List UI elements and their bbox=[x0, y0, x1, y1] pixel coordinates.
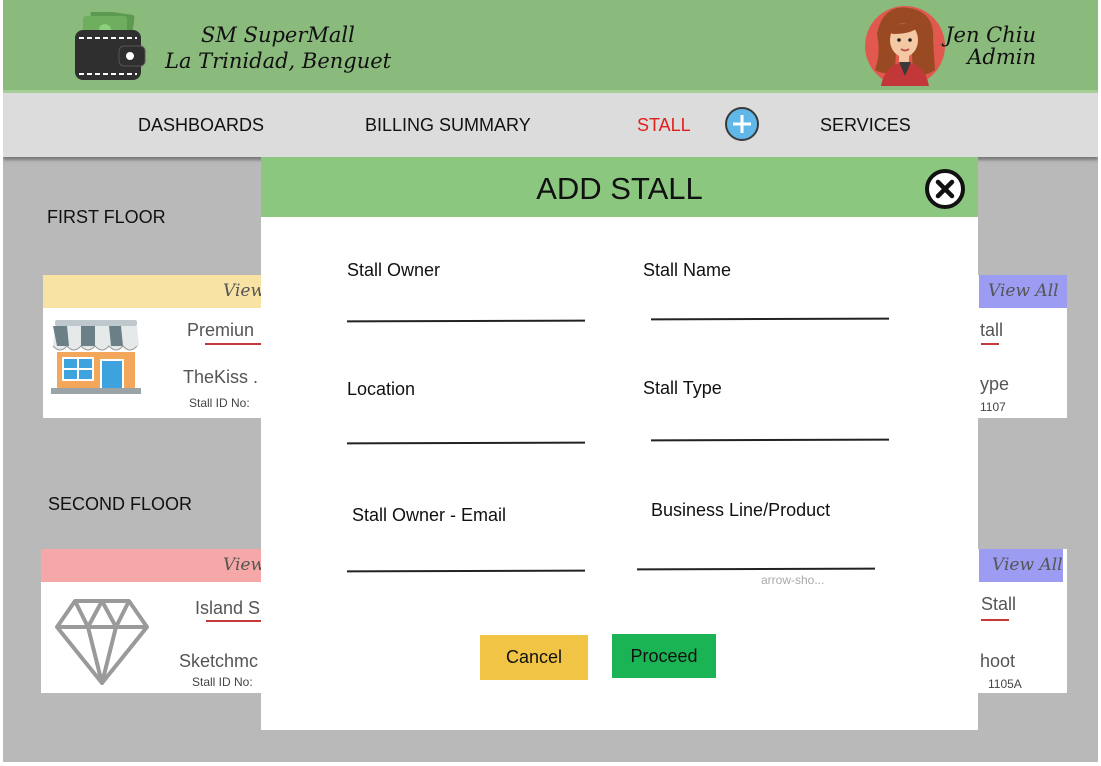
main-nav: DASHBOARDS BILLING SUMMARY STALL SERVICE… bbox=[3, 93, 1098, 157]
card-title: tall bbox=[980, 320, 1004, 340]
user-name: Jen Chiu bbox=[945, 23, 1036, 47]
add-stall-plus-icon[interactable] bbox=[724, 106, 760, 142]
view-all-link[interactable]: View All bbox=[979, 275, 1067, 308]
brand-name: SM SuperMall La Trinidad, Benguet bbox=[165, 22, 391, 74]
stall-owner-label: Stall Owner bbox=[347, 260, 441, 280]
card-stall-id: 1105A bbox=[988, 677, 1022, 691]
business-line-field[interactable] bbox=[636, 567, 876, 571]
stall-type-label: Stall Type bbox=[643, 378, 722, 398]
view-link[interactable]: View bbox=[223, 549, 265, 582]
modal-title: ADD STALL bbox=[536, 171, 703, 206]
stall-type-field[interactable] bbox=[650, 438, 890, 442]
business-line-hint: arrow-sho... bbox=[761, 573, 825, 587]
nav-billing-summary[interactable]: BILLING SUMMARY bbox=[365, 115, 531, 136]
app-header: SM SuperMall La Trinidad, Benguet Jen Ch… bbox=[3, 0, 1098, 93]
brand-line-2: La Trinidad, Benguet bbox=[165, 49, 392, 73]
card-title-underline bbox=[206, 620, 266, 622]
card-header: View bbox=[41, 549, 273, 582]
card-stall-id: Stall ID No: bbox=[192, 675, 253, 689]
user-info: Jen Chiu Admin bbox=[945, 24, 1036, 68]
close-icon[interactable] bbox=[925, 169, 965, 209]
card-stall-type: ype bbox=[980, 374, 1010, 394]
diamond-icon bbox=[55, 599, 149, 685]
card-stall-id: Stall ID No: bbox=[189, 396, 250, 410]
second-floor-label: SECOND FLOOR bbox=[48, 494, 193, 514]
storefront-icon bbox=[51, 320, 141, 394]
card-title: Island S bbox=[195, 598, 261, 618]
business-line-label: Business Line/Product bbox=[651, 500, 831, 520]
app-frame: SM SuperMall La Trinidad, Benguet Jen Ch… bbox=[3, 0, 1098, 762]
location-label: Location bbox=[347, 379, 416, 399]
first-floor-card-left[interactable]: View Premiun TheKiss . Stall ID No: bbox=[43, 275, 273, 418]
card-title: Premiun bbox=[187, 320, 255, 340]
location-field[interactable] bbox=[346, 441, 586, 445]
stall-name-label: Stall Name bbox=[643, 260, 732, 280]
user-role: Admin bbox=[967, 45, 1036, 69]
wallet-icon bbox=[75, 12, 146, 80]
modal-header: ADD STALL bbox=[261, 157, 978, 217]
add-stall-modal: ADD STALL Stall Owner Stall Name Locatio… bbox=[261, 157, 978, 730]
card-stall-name: TheKiss . bbox=[183, 367, 259, 387]
brand-line-1: SM SuperMall bbox=[201, 23, 355, 47]
proceed-button[interactable]: Proceed bbox=[612, 634, 716, 678]
stall-owner-field[interactable] bbox=[346, 319, 586, 323]
card-stall-name: Sketchmc bbox=[179, 651, 259, 671]
card-stall-name: hoot bbox=[980, 651, 1016, 671]
card-stall-id: 1107 bbox=[980, 400, 1006, 414]
card-header: View bbox=[43, 275, 273, 308]
avatar[interactable] bbox=[863, 4, 947, 88]
owner-email-label: Stall Owner - Email bbox=[352, 505, 507, 525]
cancel-button[interactable]: Cancel bbox=[480, 635, 588, 680]
card-title-underline bbox=[981, 343, 999, 345]
view-all-link[interactable]: View All bbox=[979, 549, 1063, 582]
view-link[interactable]: View bbox=[223, 275, 265, 308]
nav-dashboards[interactable]: DASHBOARDS bbox=[138, 115, 264, 136]
nav-services[interactable]: SERVICES bbox=[820, 115, 911, 136]
card-title-underline bbox=[981, 619, 1009, 621]
first-floor-label: FIRST FLOOR bbox=[47, 207, 166, 227]
card-title: Stall bbox=[981, 594, 1017, 614]
second-floor-card-left[interactable]: View Island S Sketchmc Stall ID No: bbox=[41, 549, 273, 693]
stall-name-field[interactable] bbox=[650, 317, 890, 321]
card-title-underline bbox=[205, 343, 265, 345]
nav-stall[interactable]: STALL bbox=[637, 115, 691, 136]
owner-email-field[interactable] bbox=[346, 569, 586, 573]
